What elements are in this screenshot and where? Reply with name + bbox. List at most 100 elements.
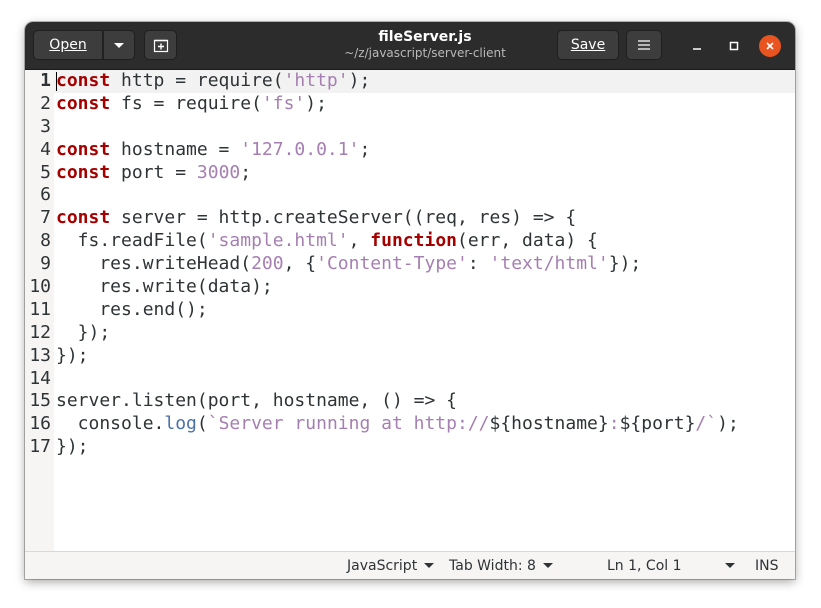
line-number: 3	[40, 115, 51, 137]
code-token: );	[305, 92, 327, 114]
code-token: });	[56, 436, 89, 458]
code-token: console.	[56, 413, 165, 435]
line-code: });	[56, 321, 111, 345]
keyword-token: const	[56, 92, 111, 114]
line-number: 16	[29, 413, 51, 435]
header-bar: Open fileServer.js ~/z/javascript/server…	[25, 22, 795, 70]
window-subtitle: ~/z/javascript/server-client	[344, 46, 506, 60]
keyword-token: function	[370, 230, 457, 252]
keyword-token: const	[56, 70, 111, 91]
string-token: 'text/html'	[489, 253, 609, 275]
line-code: const http = require('http');	[56, 70, 370, 93]
cursor-position-selector[interactable]: Ln 1, Col 1	[607, 552, 735, 579]
code-token: res.end();	[56, 298, 208, 320]
line-number: 11	[29, 298, 51, 320]
string-token: 'fs'	[261, 92, 306, 114]
line-code: });	[56, 436, 89, 459]
code-token: (	[196, 413, 208, 435]
line-code: server.listen(port, hostname, () => {	[56, 390, 457, 413]
line-code: const server = http.createServer((req, r…	[56, 207, 576, 230]
keyword-token: const	[56, 138, 111, 160]
insert-mode-indicator: INS	[755, 552, 779, 579]
string-token: '127.0.0.1'	[240, 138, 360, 160]
code-token: });	[608, 253, 642, 275]
maximize-button[interactable]	[722, 34, 746, 58]
line-number: 1	[40, 70, 51, 91]
tab-width-selector[interactable]: Tab Width: 8	[449, 552, 553, 579]
string-token: `Server running at http://	[207, 413, 490, 435]
string-token: 'http'	[283, 70, 349, 91]
new-tab-button[interactable]	[144, 30, 177, 60]
number-token: 200	[251, 253, 284, 275]
number-token: 3000	[196, 161, 241, 183]
line-number: 7	[40, 207, 51, 229]
save-button[interactable]: Save	[557, 30, 619, 60]
language-selector[interactable]: JavaScript	[347, 552, 435, 579]
code-token: ;	[359, 138, 371, 160]
code-token: fs = require(	[110, 92, 262, 114]
line-number: 9	[40, 253, 51, 275]
chevron-down-icon	[542, 563, 553, 568]
code-token: server = http.createServer((req, res) =>…	[110, 207, 577, 229]
code-token: fs.readFile(	[56, 230, 208, 252]
text-editor[interactable]: 1 const http = require('http'); 2 const fs …	[25, 70, 795, 551]
minimize-button[interactable]	[685, 34, 709, 58]
code-token: port =	[110, 161, 197, 183]
close-button[interactable]	[759, 35, 781, 57]
line-number: 4	[40, 138, 51, 160]
line-code: res.end();	[56, 298, 208, 322]
insert-mode-label: INS	[755, 557, 779, 574]
code-token: );	[717, 413, 739, 435]
save-button-label: Save	[570, 37, 606, 53]
line-code: res.writeHead(200, {'Content-Type': 'tex…	[56, 253, 641, 276]
line-number: 17	[29, 436, 51, 458]
code-token: });	[56, 344, 89, 366]
line-number: 6	[40, 184, 51, 206]
close-icon	[766, 42, 774, 50]
line-number: 2	[40, 92, 51, 114]
code-token: });	[56, 321, 111, 343]
string-token: :	[608, 413, 620, 435]
code-token: res.writeHead(	[56, 253, 252, 275]
code-token: );	[348, 70, 371, 91]
gedit-window: Open fileServer.js ~/z/javascript/server…	[25, 22, 795, 579]
code-token: ,	[348, 230, 371, 252]
maximize-icon	[729, 41, 739, 51]
open-button-label: Open	[49, 37, 87, 53]
minimize-icon	[693, 48, 701, 50]
code-token: , {	[283, 253, 317, 275]
line-code: console.log(`Server running at http://${…	[56, 413, 739, 436]
code-token: (err, data) {	[457, 230, 598, 252]
language-label: JavaScript	[347, 557, 418, 574]
string-token: /`	[695, 413, 718, 435]
code-token: http = require(	[110, 70, 284, 91]
line-code: const port = 3000;	[56, 162, 251, 185]
open-recent-dropdown-button[interactable]	[103, 30, 135, 60]
line-code: const fs = require('fs');	[56, 93, 327, 116]
window-title: fileServer.js	[378, 29, 472, 45]
line-number: 13	[29, 344, 51, 366]
main-menu-button[interactable]	[626, 30, 662, 60]
chevron-down-icon	[724, 563, 735, 568]
line-code: const hostname = '127.0.0.1';	[56, 139, 370, 162]
line-code: fs.readFile('sample.html', function(err,…	[56, 230, 598, 253]
keyword-token: const	[56, 161, 111, 183]
code-token: ${hostname}	[489, 413, 609, 435]
string-token: 'Content-Type'	[316, 253, 468, 275]
code-token: res.write(data);	[56, 276, 273, 298]
chevron-down-icon	[114, 42, 124, 48]
line-number: 5	[40, 161, 51, 183]
code-token: hostname =	[110, 138, 241, 160]
tab-width-label: Tab Width: 8	[449, 557, 536, 574]
line-number: 10	[29, 276, 51, 298]
line-number: 15	[29, 390, 51, 412]
code-token: server.listen(port, hostname, () => {	[56, 390, 457, 412]
open-button[interactable]: Open	[33, 30, 103, 60]
line-number: 8	[40, 230, 51, 252]
line-code: res.write(data);	[56, 276, 273, 299]
code-token: :	[467, 253, 490, 275]
chevron-down-icon	[424, 563, 435, 568]
text-cursor	[56, 72, 57, 91]
string-token: 'sample.html'	[207, 230, 349, 252]
line-number: 14	[29, 367, 51, 389]
